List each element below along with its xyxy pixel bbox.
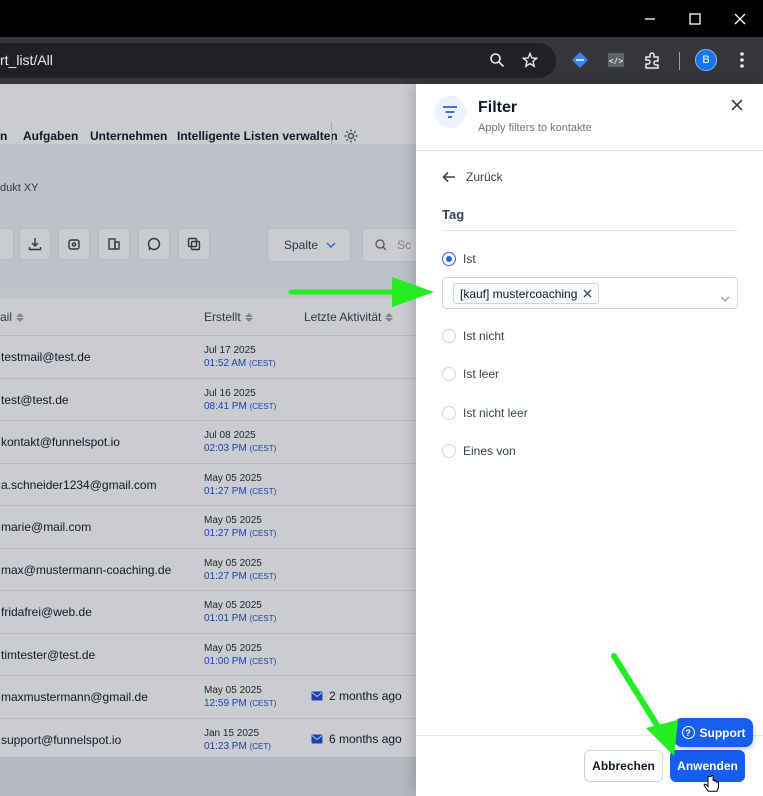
apply-button[interactable]: Anwenden: [670, 750, 745, 782]
radio-button[interactable]: [442, 406, 456, 420]
radio-button[interactable]: [442, 329, 456, 343]
screen: rt_list/All </> B n Aufgaben Unternehmen: [0, 0, 763, 796]
filter-drawer: Filter Apply filters to kontakte Zurück …: [416, 84, 763, 796]
browser-menu-icon[interactable]: [731, 49, 753, 71]
window-titlebar: [0, 0, 763, 37]
close-window-icon[interactable]: [717, 0, 763, 37]
browser-toolbar: rt_list/All </> B: [0, 37, 763, 84]
radio-label: Ist nicht leer: [463, 406, 528, 420]
radio-label: Eines von: [463, 444, 516, 458]
address-url: rt_list/All: [0, 52, 53, 68]
zoom-icon[interactable]: [486, 49, 508, 71]
remove-tag-icon[interactable]: [583, 287, 592, 301]
modal-backdrop[interactable]: [0, 84, 416, 796]
filter-icon: [434, 96, 466, 128]
radio-button[interactable]: [442, 367, 456, 381]
support-button[interactable]: ? Support: [674, 718, 753, 747]
selected-tag-chip: [kauf] mustercoaching: [453, 283, 600, 304]
radio-ist[interactable]: Ist: [442, 252, 476, 266]
chevron-down-icon[interactable]: [720, 289, 730, 307]
bookmark-star-icon[interactable]: [519, 49, 541, 71]
drawer-header: Filter Apply filters to kontakte: [416, 84, 763, 151]
tag-select[interactable]: [kauf] mustercoaching: [442, 277, 738, 309]
extension-diamond-icon[interactable]: [569, 49, 591, 71]
maximize-icon[interactable]: [672, 0, 718, 37]
toolbar-divider: [679, 52, 680, 70]
svg-text:</>: </>: [609, 57, 624, 66]
radio-button[interactable]: [442, 444, 456, 458]
radio-label: Ist leer: [463, 367, 500, 381]
radio-ist-nicht[interactable]: Ist nicht: [442, 329, 504, 343]
arrow-left-icon: [442, 171, 455, 183]
radio-button-checked[interactable]: [442, 252, 456, 266]
radio-label: Ist: [463, 252, 476, 266]
back-label: Zurück: [466, 170, 503, 184]
address-bar[interactable]: rt_list/All: [0, 43, 556, 78]
profile-avatar[interactable]: B: [695, 49, 717, 71]
extensions-puzzle-icon[interactable]: [641, 49, 663, 71]
help-icon: ?: [681, 726, 695, 739]
selected-tag-label: [kauf] mustercoaching: [460, 286, 578, 301]
drawer-subtitle: Apply filters to kontakte: [478, 122, 592, 134]
section-label: Tag: [442, 207, 465, 222]
drawer-title: Filter: [478, 99, 518, 116]
back-button[interactable]: Zurück: [442, 170, 503, 184]
support-label: Support: [699, 725, 746, 740]
cancel-button[interactable]: Abbrechen: [584, 750, 663, 782]
section-divider: [442, 230, 738, 231]
radio-ist-leer[interactable]: Ist leer: [442, 367, 499, 381]
radio-ist-nicht-leer[interactable]: Ist nicht leer: [442, 406, 528, 420]
close-icon[interactable]: [728, 96, 746, 114]
radio-label: Ist nicht: [463, 329, 505, 343]
radio-eines-von[interactable]: Eines von: [442, 444, 516, 458]
extension-code-icon[interactable]: </>: [605, 49, 627, 71]
minimize-icon[interactable]: [627, 0, 673, 37]
